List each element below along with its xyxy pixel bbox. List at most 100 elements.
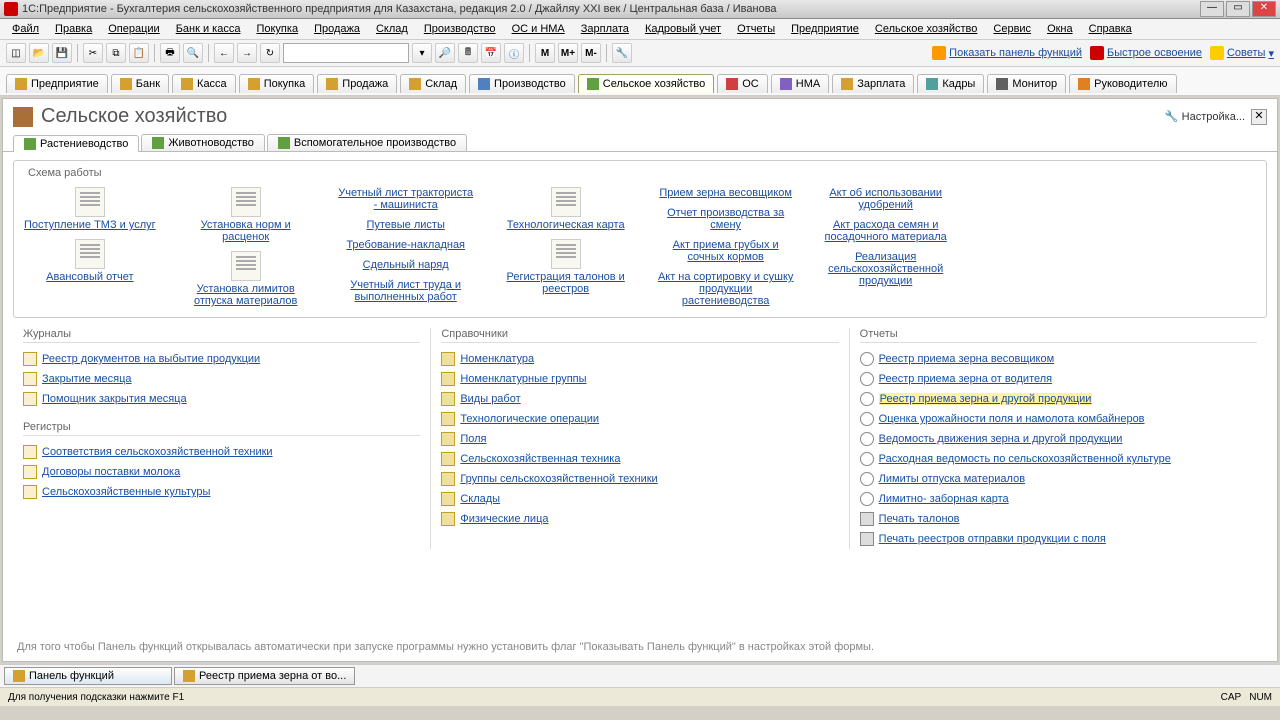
- link[interactable]: Номенклатурные группы: [460, 373, 586, 385]
- menu-Предприятие[interactable]: Предприятие: [785, 21, 865, 37]
- link[interactable]: Ведомость движения зерна и другой продук…: [879, 433, 1123, 445]
- link[interactable]: Физические лица: [460, 513, 548, 525]
- tab-purchase[interactable]: Покупка: [239, 74, 315, 93]
- link[interactable]: Виды работ: [460, 393, 520, 405]
- calendar-button[interactable]: 📅: [481, 43, 501, 63]
- link[interactable]: Реестр приема зерна от водителя: [879, 373, 1052, 385]
- m-button[interactable]: M: [535, 43, 555, 63]
- link[interactable]: Реестр приема зерна и другой продукции: [879, 393, 1093, 405]
- link[interactable]: Реестр приема зерна весовщиком: [879, 353, 1055, 365]
- subtab-aux[interactable]: Вспомогательное производство: [267, 134, 467, 151]
- link[interactable]: Закрытие месяца: [42, 373, 132, 385]
- link[interactable]: Реестр документов на выбытие продукции: [42, 353, 260, 365]
- menu-Сельское хозяйство[interactable]: Сельское хозяйство: [869, 21, 983, 37]
- paste-button[interactable]: 📋: [129, 43, 149, 63]
- menu-Операции[interactable]: Операции: [102, 21, 165, 37]
- schema-link[interactable]: Требование-накладная: [346, 239, 465, 251]
- schema-link[interactable]: Отчет производства за смену: [656, 207, 796, 231]
- schema-link[interactable]: Сдельный наряд: [363, 259, 449, 271]
- search-button[interactable]: ▾: [412, 43, 432, 63]
- schema-link[interactable]: Акт расхода семян и посадочного материал…: [816, 219, 956, 243]
- window-tab[interactable]: Панель функций: [4, 667, 172, 685]
- menu-Производство[interactable]: Производство: [418, 21, 502, 37]
- tool-button[interactable]: 🔧: [612, 43, 632, 63]
- link[interactable]: Печать талонов: [879, 513, 960, 525]
- menu-ОС и НМА[interactable]: ОС и НМА: [506, 21, 571, 37]
- settings-link[interactable]: 🔧 Настройка...: [1165, 110, 1245, 123]
- link[interactable]: Технологические операции: [460, 413, 599, 425]
- tab-sale[interactable]: Продажа: [317, 74, 397, 93]
- schema-link[interactable]: Установка норм и расценок: [176, 219, 316, 243]
- new-button[interactable]: ◫: [6, 43, 26, 63]
- open-button[interactable]: 📂: [29, 43, 49, 63]
- menu-Сервис[interactable]: Сервис: [987, 21, 1037, 37]
- schema-link[interactable]: Учетный лист тракториста - машиниста: [336, 187, 476, 211]
- schema-link[interactable]: Акт на сортировку и сушку продукции раст…: [656, 271, 796, 307]
- tab-agriculture[interactable]: Сельское хозяйство: [578, 74, 714, 93]
- window-tab[interactable]: Реестр приема зерна от во...: [174, 667, 355, 685]
- minimize-button[interactable]: —: [1200, 1, 1224, 17]
- print-button[interactable]: 🖶: [160, 43, 180, 63]
- menu-Отчеты[interactable]: Отчеты: [731, 21, 781, 37]
- menu-Покупка[interactable]: Покупка: [250, 21, 304, 37]
- tab-enterprise[interactable]: Предприятие: [6, 74, 108, 93]
- schema-link[interactable]: Регистрация талонов и реестров: [496, 271, 636, 295]
- menu-Справка[interactable]: Справка: [1083, 21, 1138, 37]
- menu-Кадровый учет[interactable]: Кадровый учет: [639, 21, 727, 37]
- show-panel-link[interactable]: Показать панель функций: [932, 46, 1082, 60]
- link[interactable]: Группы сельскохозяйственной техники: [460, 473, 657, 485]
- link[interactable]: Помощник закрытия месяца: [42, 393, 187, 405]
- subtab-livestock[interactable]: Животноводство: [141, 134, 265, 151]
- m-minus-button[interactable]: M-: [581, 43, 601, 63]
- link[interactable]: Печать реестров отправки продукции с пол…: [879, 533, 1106, 545]
- menu-Банк и касса[interactable]: Банк и касса: [170, 21, 247, 37]
- menu-Окна[interactable]: Окна: [1041, 21, 1079, 37]
- link[interactable]: Соответствия сельскохозяйственной техник…: [42, 446, 273, 458]
- menu-Правка[interactable]: Правка: [49, 21, 98, 37]
- link[interactable]: Расходная ведомость по сельскохозяйствен…: [879, 453, 1171, 465]
- calc-button[interactable]: 🖩: [458, 43, 478, 63]
- link[interactable]: Поля: [460, 433, 486, 445]
- tab-hr[interactable]: Кадры: [917, 74, 984, 93]
- cut-button[interactable]: ✂: [83, 43, 103, 63]
- schema-link[interactable]: Путевые листы: [366, 219, 444, 231]
- link[interactable]: Договоры поставки молока: [42, 466, 180, 478]
- info-button[interactable]: ⓘ: [504, 43, 524, 63]
- schema-link[interactable]: Авансовый отчет: [46, 271, 133, 283]
- tips-link[interactable]: Советы ▾: [1210, 46, 1274, 60]
- forward-button[interactable]: →: [237, 43, 257, 63]
- link[interactable]: Оценка урожайности поля и намолота комба…: [879, 413, 1145, 425]
- link[interactable]: Номенклатура: [460, 353, 534, 365]
- tab-cash[interactable]: Касса: [172, 74, 236, 93]
- save-button[interactable]: 💾: [52, 43, 72, 63]
- find-button[interactable]: 🔎: [435, 43, 455, 63]
- quick-start-link[interactable]: Быстрое освоение: [1090, 46, 1202, 60]
- tab-production[interactable]: Производство: [469, 74, 575, 93]
- schema-link[interactable]: Установка лимитов отпуска материалов: [176, 283, 316, 307]
- menu-Файл[interactable]: Файл: [6, 21, 45, 37]
- link[interactable]: Лимиты отпуска материалов: [879, 473, 1025, 485]
- tab-salary[interactable]: Зарплата: [832, 74, 914, 93]
- schema-link[interactable]: Прием зерна весовщиком: [659, 187, 792, 199]
- schema-link[interactable]: Акт об использовании удобрений: [816, 187, 956, 211]
- refresh-button[interactable]: ↻: [260, 43, 280, 63]
- tab-bank[interactable]: Банк: [111, 74, 169, 93]
- back-button[interactable]: ←: [214, 43, 234, 63]
- link[interactable]: Лимитно- заборная карта: [879, 493, 1009, 505]
- copy-button[interactable]: ⧉: [106, 43, 126, 63]
- maximize-button[interactable]: ▭: [1226, 1, 1250, 17]
- tab-os[interactable]: ОС: [717, 74, 768, 93]
- menu-Склад[interactable]: Склад: [370, 21, 414, 37]
- m-plus-button[interactable]: M+: [558, 43, 578, 63]
- link[interactable]: Сельскохозяйственная техника: [460, 453, 620, 465]
- panel-close-button[interactable]: ✕: [1251, 109, 1267, 125]
- schema-link[interactable]: Технологическая карта: [507, 219, 625, 231]
- tab-monitor[interactable]: Монитор: [987, 74, 1066, 93]
- tab-nma[interactable]: НМА: [771, 74, 829, 93]
- close-button[interactable]: ✕: [1252, 1, 1276, 17]
- schema-link[interactable]: Поступление ТМЗ и услуг: [24, 219, 156, 231]
- menu-Продажа[interactable]: Продажа: [308, 21, 366, 37]
- link[interactable]: Сельскохозяйственные культуры: [42, 486, 210, 498]
- schema-link[interactable]: Учетный лист труда и выполненных работ: [336, 279, 476, 303]
- link[interactable]: Склады: [460, 493, 500, 505]
